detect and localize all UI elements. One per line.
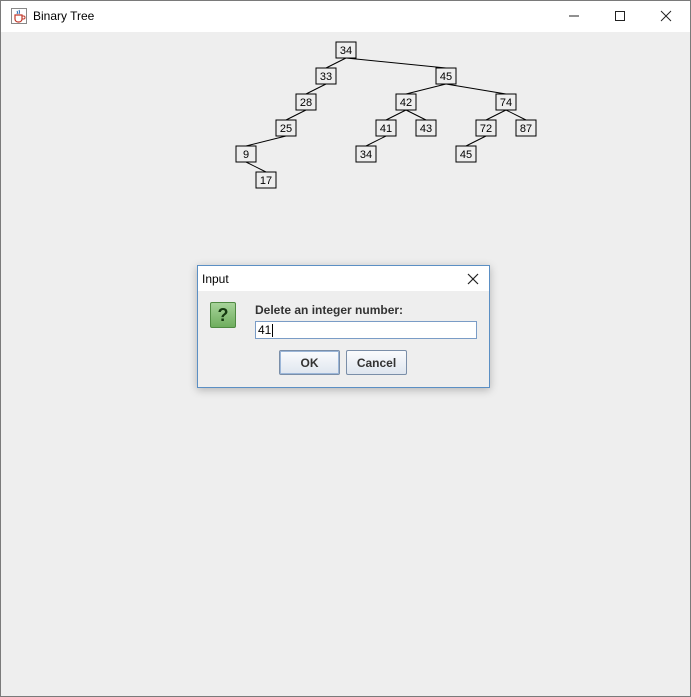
tree-edge (345, 57, 447, 69)
tree-node-label: 74 (500, 97, 512, 109)
close-icon (660, 10, 672, 22)
tree-node: 43 (415, 119, 437, 137)
window-title: Binary Tree (33, 9, 95, 23)
dialog-prompt: Delete an integer number: (255, 303, 404, 317)
dialog-title-bar[interactable]: Input (198, 266, 489, 291)
tree-edge (505, 109, 527, 121)
tree-node-label: 87 (520, 123, 532, 135)
tree-node: 45 (455, 145, 477, 163)
text-caret (272, 323, 274, 337)
dialog-title: Input (202, 272, 229, 286)
close-button[interactable] (643, 1, 689, 31)
tree-node: 33 (315, 67, 337, 85)
title-bar[interactable]: Binary Tree (1, 1, 690, 32)
minimize-button[interactable] (551, 1, 597, 31)
tree-edge (365, 135, 387, 147)
input-value: 41 (258, 323, 272, 337)
tree-node-label: 28 (300, 97, 312, 109)
ok-button[interactable]: OK (279, 350, 340, 375)
tree-node: 9 (235, 145, 257, 163)
tree-node-label: 9 (243, 149, 249, 161)
tree-node-label: 17 (260, 175, 272, 187)
tree-edge (305, 83, 327, 95)
tree-edge (285, 109, 307, 121)
tree-edge (485, 109, 507, 121)
tree-node-label: 45 (460, 149, 472, 161)
maximize-button[interactable] (597, 1, 643, 31)
tree-edge (405, 83, 447, 95)
tree-node: 74 (495, 93, 517, 111)
cancel-button[interactable]: Cancel (346, 350, 407, 375)
tree-edge (445, 83, 507, 95)
tree-node: 41 (375, 119, 397, 137)
tree-node-label: 33 (320, 71, 332, 83)
tree-edge (325, 57, 347, 69)
tree-node: 45 (435, 67, 457, 85)
tree-node: 25 (275, 119, 297, 137)
tree-edge (405, 109, 427, 121)
dialog-close-button[interactable] (462, 269, 484, 289)
maximize-icon (615, 11, 625, 21)
tree-node: 34 (355, 145, 377, 163)
tree-node: 28 (295, 93, 317, 111)
java-cup-icon (11, 8, 27, 24)
question-icon: ? (210, 302, 236, 328)
number-input[interactable]: 41 (255, 321, 477, 339)
tree-node-label: 42 (400, 97, 412, 109)
tree-node-label: 45 (440, 71, 452, 83)
close-icon (467, 273, 479, 285)
tree-node-label: 34 (340, 45, 352, 57)
tree-node: 34 (335, 41, 357, 59)
tree-node-label: 43 (420, 123, 432, 135)
tree-edge (465, 135, 487, 147)
input-dialog: Input ? Delete an integer number: 41 OK … (197, 265, 490, 388)
tree-edge (385, 109, 407, 121)
tree-node: 42 (395, 93, 417, 111)
tree-node: 72 (475, 119, 497, 137)
tree-node: 17 (255, 171, 277, 189)
tree-node-label: 34 (360, 149, 372, 161)
minimize-icon (569, 15, 579, 17)
tree-node-label: 72 (480, 123, 492, 135)
tree-edge (245, 161, 267, 173)
tree-node-label: 41 (380, 123, 392, 135)
tree-node-label: 25 (280, 123, 292, 135)
tree-node: 87 (515, 119, 537, 137)
tree-edge (245, 135, 287, 147)
